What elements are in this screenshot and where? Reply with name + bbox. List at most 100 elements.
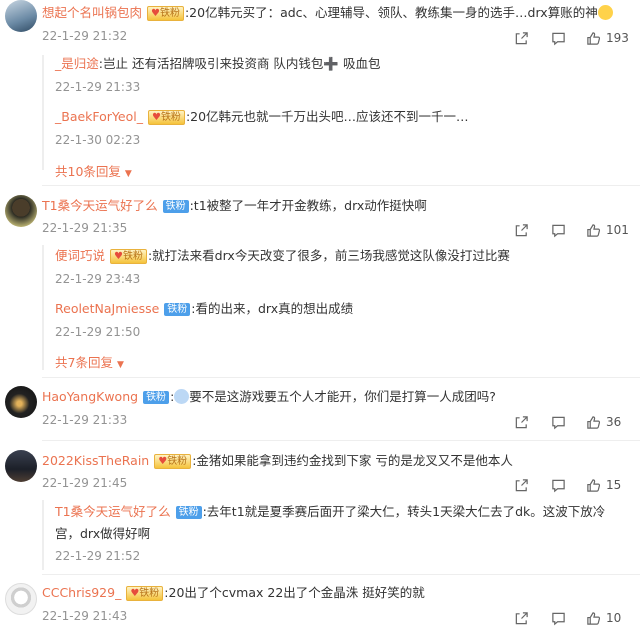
like-count: 101: [606, 223, 629, 237]
like-button[interactable]: 36: [586, 412, 621, 432]
reply-text-line: T1桑今天运气好了么 铁粉:去年t1就是夏季赛后面开了梁大仁，转头1天梁大仁去了…: [55, 503, 605, 521]
like-icon: [587, 31, 601, 45]
reply-divider: [42, 245, 44, 370]
reply-text-line-cont: 宫，drx做得好啊: [55, 525, 150, 543]
like-count: 193: [606, 31, 629, 45]
fan-badge-label: 铁粉: [122, 251, 143, 262]
emoji-icon: [597, 5, 613, 20]
share-button[interactable]: [514, 220, 529, 240]
chevron-down-icon: ▼: [116, 360, 124, 370]
fan-badge: ♥铁粉: [147, 6, 184, 21]
timestamp: 22-1-29 21:32: [42, 29, 128, 43]
comment-text: :20亿韩元买了：adc、心理辅导、领队、教练集一身的选手…drx算账的神: [184, 5, 598, 20]
fan-badge: ♥铁粉: [147, 110, 185, 125]
reply-text-line: ReoletNaJmiesse 铁粉:看的出来，drx真的想出成绩: [55, 300, 353, 318]
fan-badge: 铁粉: [175, 506, 202, 519]
comment-text: 要不是这游戏要五个人才能开，你们是打算一人成团吗?: [189, 389, 496, 404]
reply-text-line: _是归途:岂止 还有活招牌吸引来投资商 队内钱包➕ 吸血包: [55, 55, 380, 73]
more-replies-link[interactable]: 共10条回复 ▼: [55, 161, 132, 180]
like-button[interactable]: 10: [586, 608, 621, 628]
comment-text: :20出了个cvmax 22出了个金晶洙 挺好笑的就: [164, 585, 425, 600]
avatar[interactable]: [5, 195, 37, 227]
avatar[interactable]: [5, 450, 37, 482]
reply-text: :看的出来，drx真的想出成绩: [191, 301, 354, 316]
reply-text-line: 便词巧说 ♥铁粉:就打法来看drx今天改变了很多，前三场我感觉这队像没打过比赛: [55, 247, 510, 265]
fan-badge: 铁粉: [164, 303, 191, 316]
fan-badge-label: 铁粉: [139, 588, 160, 599]
like-button[interactable]: 15: [586, 475, 621, 495]
divider: [42, 440, 640, 441]
reply-text: :就打法来看drx今天改变了很多，前三场我感觉这队像没打过比赛: [147, 248, 510, 263]
comment-text-line: 2022KissTheRain ♥铁粉:金猪如果能拿到违约金找到下家 亏的是龙叉…: [42, 452, 513, 470]
action-bar: 101: [514, 220, 634, 240]
reply-text: :岂止 还有活招牌吸引来投资商 队内钱包➕ 吸血包: [98, 56, 381, 71]
username-link[interactable]: 便词巧说: [55, 248, 105, 263]
fan-badge: ♥铁粉: [126, 586, 164, 601]
comment-text-line: T1桑今天运气好了么 铁粉:t1被整了一年才开金教练，drx动作挺快啊: [42, 197, 427, 215]
username-link[interactable]: HaoYangKwong: [42, 389, 138, 404]
timestamp: 22-1-29 21:33: [42, 413, 128, 427]
fan-badge: ♥铁粉: [110, 249, 147, 264]
like-count: 10: [606, 611, 622, 625]
username-link[interactable]: 2022KissTheRain: [42, 453, 149, 468]
comment-button[interactable]: [551, 220, 566, 240]
share-icon: [515, 415, 528, 428]
share-icon: [515, 223, 528, 236]
fan-badge: 铁粉: [162, 200, 189, 213]
timestamp: 22-1-29 21:35: [42, 221, 128, 235]
timestamp: 22-1-29 21:33: [55, 80, 141, 94]
action-bar: 10: [514, 608, 634, 628]
comment-button[interactable]: [551, 608, 566, 628]
like-icon: [587, 611, 601, 625]
share-button[interactable]: [514, 475, 529, 495]
reply-text-line: _BaekForYeol_ ♥铁粉:20亿韩元也就一千万出头吧…应该还不到一千一…: [55, 108, 469, 126]
username-link[interactable]: CCChris929_: [42, 585, 121, 600]
username-link[interactable]: T1桑今天运气好了么: [42, 198, 158, 213]
share-icon: [515, 31, 528, 44]
username-link[interactable]: ReoletNaJmiesse: [55, 301, 159, 316]
like-icon: [587, 415, 601, 429]
avatar[interactable]: [5, 0, 37, 32]
comment-icon: [552, 416, 565, 429]
share-button[interactable]: [514, 412, 529, 432]
like-button[interactable]: 101: [586, 220, 629, 240]
reply-text: :20亿韩元也就一千万出头吧…应该还不到一千一…: [185, 109, 469, 124]
comment-text: :t1被整了一年才开金教练，drx动作挺快啊: [189, 198, 427, 213]
avatar[interactable]: [5, 583, 37, 615]
timestamp: 22-1-30 02:23: [55, 133, 141, 147]
comment-text-line: 想起个名叫锅包肉 ♥铁粉:20亿韩元买了：adc、心理辅导、领队、教练集一身的选…: [42, 4, 613, 22]
like-icon: [587, 478, 601, 492]
username-link[interactable]: _BaekForYeol_: [55, 109, 143, 124]
more-replies-link[interactable]: 共7条回复 ▼: [55, 352, 124, 371]
fan-badge-label: 铁粉: [159, 8, 180, 19]
comment-button[interactable]: [551, 412, 566, 432]
comment-text-line: CCChris929_ ♥铁粉:20出了个cvmax 22出了个金晶洙 挺好笑的…: [42, 584, 425, 602]
reply-divider: [42, 55, 44, 170]
share-icon: [515, 611, 528, 624]
share-button[interactable]: [514, 608, 529, 628]
reply-divider: [42, 500, 44, 570]
like-count: 36: [606, 415, 622, 429]
like-count: 15: [606, 478, 622, 492]
like-icon: [587, 223, 601, 237]
username-link[interactable]: T1桑今天运气好了么: [55, 504, 171, 519]
divider: [42, 185, 640, 186]
username-link[interactable]: _是归途: [55, 56, 99, 71]
share-icon: [515, 478, 528, 491]
share-button[interactable]: [514, 28, 529, 48]
avatar[interactable]: [5, 386, 37, 418]
timestamp: 22-1-29 23:43: [55, 272, 141, 286]
comment-button[interactable]: [551, 475, 566, 495]
username-link[interactable]: 想起个名叫锅包肉: [42, 5, 142, 20]
comment-icon: [552, 612, 565, 625]
comment-icon: [552, 224, 565, 237]
comment-icon: [552, 479, 565, 492]
fan-badge-label: 铁粉: [167, 456, 188, 467]
chevron-down-icon: ▼: [124, 169, 132, 179]
comment-button[interactable]: [551, 28, 566, 48]
like-button[interactable]: 193: [586, 28, 629, 48]
comment-text: :金猪如果能拿到违约金找到下家 亏的是龙叉又不是他本人: [192, 453, 513, 468]
comment-text-line: HaoYangKwong 铁粉: 要不是这游戏要五个人才能开，你们是打算一人成团吗…: [42, 389, 496, 404]
fan-badge: 铁粉: [143, 391, 170, 404]
fan-badge: ♥铁粉: [154, 454, 192, 469]
